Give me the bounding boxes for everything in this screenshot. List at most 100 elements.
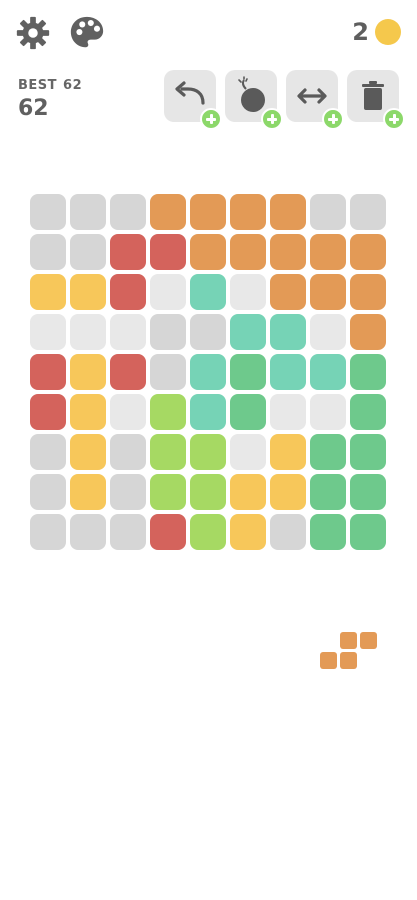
board-cell[interactable] xyxy=(190,314,226,350)
game-board[interactable] xyxy=(30,194,386,550)
board-cell[interactable] xyxy=(110,474,146,510)
board-cell[interactable] xyxy=(350,274,386,310)
board-cell[interactable] xyxy=(70,274,106,310)
board-cell[interactable] xyxy=(270,354,306,390)
board-cell[interactable] xyxy=(230,194,266,230)
best-score-value: 62 xyxy=(63,78,83,93)
board-cell[interactable] xyxy=(30,514,66,550)
board-cell[interactable] xyxy=(230,234,266,270)
board-cell[interactable] xyxy=(110,514,146,550)
board-cell[interactable] xyxy=(190,234,226,270)
board-cell[interactable] xyxy=(310,354,346,390)
board-cell[interactable] xyxy=(150,394,186,430)
board-cell[interactable] xyxy=(190,514,226,550)
board-cell[interactable] xyxy=(270,514,306,550)
board-cell[interactable] xyxy=(110,234,146,270)
board-cell[interactable] xyxy=(150,194,186,230)
board-cell[interactable] xyxy=(110,434,146,470)
board-cell[interactable] xyxy=(110,394,146,430)
board-cell[interactable] xyxy=(350,354,386,390)
piece-block[interactable] xyxy=(360,632,377,649)
board-cell[interactable] xyxy=(190,474,226,510)
board-cell[interactable] xyxy=(230,274,266,310)
board-cell[interactable] xyxy=(150,274,186,310)
board-cell[interactable] xyxy=(70,474,106,510)
board-cell[interactable] xyxy=(230,314,266,350)
board-cell[interactable] xyxy=(230,434,266,470)
undo-button[interactable] xyxy=(164,70,222,130)
board-cell[interactable] xyxy=(150,234,186,270)
board-cell[interactable] xyxy=(70,514,106,550)
board-cell[interactable] xyxy=(190,354,226,390)
add-trash-button[interactable] xyxy=(383,108,405,130)
add-undo-button[interactable] xyxy=(200,108,222,130)
board-cell[interactable] xyxy=(350,434,386,470)
board-cell[interactable] xyxy=(230,354,266,390)
board-cell[interactable] xyxy=(150,514,186,550)
board-cell[interactable] xyxy=(350,394,386,430)
piece-block[interactable] xyxy=(340,632,357,649)
board-cell[interactable] xyxy=(270,194,306,230)
board-cell[interactable] xyxy=(230,514,266,550)
board-cell[interactable] xyxy=(30,394,66,430)
board-cell[interactable] xyxy=(110,274,146,310)
board-cell[interactable] xyxy=(150,434,186,470)
swap-button[interactable] xyxy=(286,70,344,130)
board-cell[interactable] xyxy=(190,274,226,310)
board-cell[interactable] xyxy=(270,274,306,310)
board-cell[interactable] xyxy=(70,314,106,350)
board-cell[interactable] xyxy=(350,514,386,550)
board-cell[interactable] xyxy=(310,394,346,430)
piece-block[interactable] xyxy=(320,652,337,669)
board-cell[interactable] xyxy=(350,194,386,230)
board-cell[interactable] xyxy=(190,194,226,230)
best-score: BEST 62 xyxy=(18,78,88,93)
board-cell[interactable] xyxy=(230,394,266,430)
board-cell[interactable] xyxy=(30,434,66,470)
board-cell[interactable] xyxy=(70,234,106,270)
board-cell[interactable] xyxy=(310,474,346,510)
palette-icon[interactable] xyxy=(68,14,106,52)
board-cell[interactable] xyxy=(270,234,306,270)
board-cell[interactable] xyxy=(310,234,346,270)
board-cell[interactable] xyxy=(310,514,346,550)
board-cell[interactable] xyxy=(310,194,346,230)
board-cell[interactable] xyxy=(30,274,66,310)
next-piece[interactable] xyxy=(320,632,380,672)
board-cell[interactable] xyxy=(270,474,306,510)
board-cell[interactable] xyxy=(30,234,66,270)
board-cell[interactable] xyxy=(30,314,66,350)
board-cell[interactable] xyxy=(230,474,266,510)
board-cell[interactable] xyxy=(190,394,226,430)
board-cell[interactable] xyxy=(350,474,386,510)
board-cell[interactable] xyxy=(30,194,66,230)
gear-icon[interactable] xyxy=(14,14,52,52)
board-cell[interactable] xyxy=(270,314,306,350)
board-cell[interactable] xyxy=(110,314,146,350)
game-screen: 2 BEST 62 62 xyxy=(0,0,417,900)
board-cell[interactable] xyxy=(350,234,386,270)
piece-block[interactable] xyxy=(340,652,357,669)
add-bomb-button[interactable] xyxy=(261,108,283,130)
board-cell[interactable] xyxy=(270,434,306,470)
board-cell[interactable] xyxy=(110,194,146,230)
board-cell[interactable] xyxy=(30,354,66,390)
bomb-button[interactable] xyxy=(225,70,283,130)
board-cell[interactable] xyxy=(190,434,226,470)
board-cell[interactable] xyxy=(310,434,346,470)
board-cell[interactable] xyxy=(310,314,346,350)
board-cell[interactable] xyxy=(310,274,346,310)
add-swap-button[interactable] xyxy=(322,108,344,130)
board-cell[interactable] xyxy=(150,314,186,350)
board-cell[interactable] xyxy=(350,314,386,350)
board-cell[interactable] xyxy=(70,394,106,430)
board-cell[interactable] xyxy=(30,474,66,510)
board-cell[interactable] xyxy=(270,394,306,430)
board-cell[interactable] xyxy=(70,194,106,230)
board-cell[interactable] xyxy=(150,474,186,510)
trash-button[interactable] xyxy=(347,70,405,130)
board-cell[interactable] xyxy=(70,354,106,390)
board-cell[interactable] xyxy=(70,434,106,470)
board-cell[interactable] xyxy=(150,354,186,390)
board-cell[interactable] xyxy=(110,354,146,390)
